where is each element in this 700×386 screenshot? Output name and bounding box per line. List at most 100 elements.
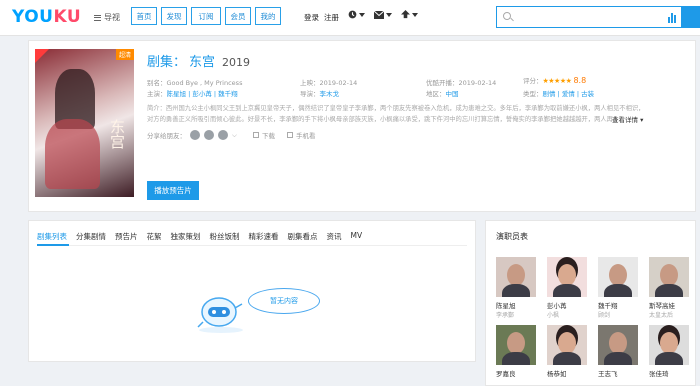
download-group: 下载 手机看: [252, 130, 315, 140]
director-link[interactable]: 李木戈: [320, 90, 340, 98]
history-menu[interactable]: [348, 10, 365, 19]
episode-tabs: 剧集列表 分集剧情 预告片 花絮 独家策划 粉丝饭制 精彩速看 剧集看点 资讯 …: [37, 231, 362, 242]
header-tools: [348, 10, 418, 19]
release-value: 2019-02-14: [319, 79, 358, 87]
nav-tab-discover[interactable]: 发现: [161, 7, 187, 25]
phone-icon: [286, 132, 293, 138]
actor-photo: [649, 257, 689, 297]
actor-card[interactable]: 陈星旭 李承鄞: [496, 257, 536, 319]
chevron-down-icon: [359, 12, 365, 17]
tab-exclusive[interactable]: 独家策划: [171, 231, 201, 242]
tab-episode-plots[interactable]: 分集剧情: [76, 231, 106, 242]
actor-name: 杨恭如: [547, 370, 567, 378]
nav-tab-home[interactable]: 首页: [131, 7, 157, 25]
tab-episode-list[interactable]: 剧集列表: [37, 231, 67, 242]
actor-role: 小枫: [547, 312, 560, 319]
wechat-icon[interactable]: [204, 130, 214, 140]
youku-logo[interactable]: YOUKU: [12, 7, 81, 27]
tab-highlights[interactable]: 精彩速看: [249, 231, 279, 242]
cast-label: 主演：: [147, 90, 167, 98]
chevron-down-icon: [386, 12, 392, 17]
guide-menu[interactable]: 导视: [94, 12, 120, 23]
show-poster[interactable]: 超清 东宫: [35, 49, 134, 197]
actor-photo: [547, 257, 587, 297]
alias-label: 别名：: [147, 79, 167, 87]
meta-youku-release: 优酷开播：2019-02-14: [426, 77, 496, 87]
poster-title-art: 东宫: [108, 119, 126, 149]
history-icon: [348, 10, 357, 19]
actor-photo: [496, 257, 536, 297]
actor-name: 彭小苒: [547, 302, 567, 310]
release-label: 上映：: [300, 79, 320, 87]
download-label: 下载: [261, 132, 275, 140]
tab-fan-made[interactable]: 粉丝饭制: [210, 231, 240, 242]
main-nav: 首页 发现 订阅 会员 我的: [131, 7, 281, 25]
download-button[interactable]: 下载: [252, 130, 275, 140]
tab-behind-scenes[interactable]: 花絮: [147, 231, 162, 242]
weibo-icon[interactable]: [190, 130, 200, 140]
actor-card[interactable]: 王志飞: [598, 325, 638, 378]
actor-name: 罗嘉良: [496, 370, 516, 378]
logo-part-ku: KU: [53, 7, 82, 27]
download-icon: [252, 132, 259, 138]
title-name: 东宫: [189, 55, 216, 70]
nav-tab-mine[interactable]: 我的: [255, 7, 281, 25]
actor-name: 张佳琦: [649, 370, 669, 378]
actor-card[interactable]: 罗嘉良: [496, 325, 536, 378]
meta-region: 地区：中国: [426, 88, 459, 98]
search-input[interactable]: [496, 6, 682, 28]
mobile-watch-button[interactable]: 手机看: [286, 130, 315, 140]
meta-director: 导演：李木戈: [300, 88, 339, 98]
show-info-card: 超清 东宫 剧集： 东宫 2019 别名：Good Bye , My Princ…: [28, 40, 696, 212]
actor-photo: [649, 325, 689, 365]
actor-role: 太皇太后: [649, 312, 674, 319]
cast-grid: 陈星旭 李承鄞 彭小苒 小枫 魏千翔 顾剑 斯琴高娃 太皇太后 罗嘉良 杨恭如: [496, 257, 689, 378]
chevron-down-icon: [412, 12, 418, 17]
ranking-icon[interactable]: [668, 12, 676, 23]
play-trailer-button[interactable]: 播放预告片: [147, 181, 199, 200]
search-icon: [503, 12, 511, 20]
actor-card[interactable]: 魏千翔 顾剑: [598, 257, 638, 319]
region-link[interactable]: 中国: [446, 90, 459, 98]
page-title: 剧集： 东宫 2019: [147, 51, 250, 70]
youku-release-value: 2019-02-14: [458, 79, 497, 87]
nav-tab-vip[interactable]: 会员: [225, 7, 251, 25]
empty-state-robot-icon: [197, 297, 243, 333]
youku-release-label: 优酷开播：: [426, 79, 459, 87]
login-link[interactable]: 登录: [304, 12, 319, 23]
register-link[interactable]: 注册: [324, 12, 339, 23]
auth-links: 登录 注册: [304, 12, 339, 23]
share-label: 分享给朋友：: [147, 132, 186, 140]
actor-card[interactable]: 彭小苒 小枫: [547, 257, 587, 319]
actor-card[interactable]: 杨恭如: [547, 325, 587, 378]
show-description: 简介：西州国九公主小枫同父王到上京冀见皇帝天子，偶然结识了皇帝皇子李承鄞，两个朋…: [147, 103, 644, 125]
actor-photo: [496, 325, 536, 365]
rating-stars: ★★★★★: [542, 77, 572, 85]
qq-icon[interactable]: [218, 130, 228, 140]
actor-name: 王志飞: [598, 370, 618, 378]
nav-tab-subscribe[interactable]: 订阅: [191, 7, 221, 25]
cast-links[interactable]: 陈星旭 | 彭小苒 | 魏千翔: [167, 90, 238, 98]
message-menu[interactable]: [374, 10, 392, 19]
chevron-down-icon: ▾: [640, 116, 644, 124]
view-details-label: 查看详情: [612, 116, 638, 124]
actor-card[interactable]: 斯琴高娃 太皇太后: [649, 257, 689, 319]
tab-mv[interactable]: MV: [351, 231, 363, 242]
meta-cast: 主演：陈星旭 | 彭小苒 | 魏千翔: [147, 88, 238, 98]
description-line: 简介：西州国九公主小枫同父王到上京冀见皇帝天子，偶然结识了皇帝皇子李承鄞，两个朋…: [147, 105, 644, 112]
actor-photo: [598, 325, 638, 365]
tab-trailers[interactable]: 预告片: [115, 231, 138, 242]
meta-rating: 评分：★★★★★ 8.8: [523, 75, 586, 85]
actor-card[interactable]: 张佳琦: [649, 325, 689, 378]
view-details-link[interactable]: 查看详情 ▾: [612, 114, 643, 124]
tabs-divider: [37, 245, 467, 246]
actor-role: 李承鄞: [496, 312, 515, 319]
search-button[interactable]: [682, 6, 700, 28]
actor-name: 陈星旭: [496, 302, 516, 310]
genre-links[interactable]: 剧情 | 爱情 | 古装: [543, 90, 595, 98]
upload-menu[interactable]: [401, 10, 418, 19]
tab-episode-points[interactable]: 剧集看点: [288, 231, 318, 242]
tab-news[interactable]: 资讯: [327, 231, 342, 242]
rating-score: 8.8: [573, 76, 587, 85]
chevron-down-icon[interactable]: ⌵: [232, 131, 237, 140]
